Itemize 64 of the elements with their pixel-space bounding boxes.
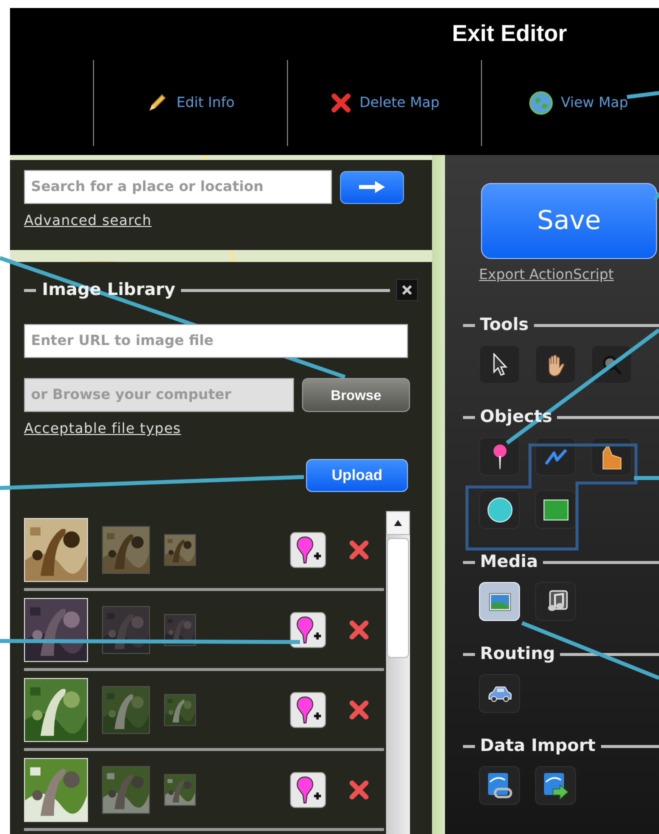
section-title: Data Import <box>480 736 596 756</box>
add-marker-button[interactable] <box>290 532 326 568</box>
leader-line <box>626 91 659 99</box>
section-title: Media <box>480 552 538 572</box>
delete-icon[interactable] <box>348 538 370 560</box>
pin-plus-icon <box>294 614 322 644</box>
header-link[interactable]: Edit Info <box>94 92 287 114</box>
tool-button[interactable] <box>479 674 520 713</box>
pin-plus-icon <box>294 774 322 804</box>
tool-button[interactable] <box>479 345 520 384</box>
close-icon <box>402 285 412 295</box>
polygon-icon <box>600 444 622 470</box>
tool-button[interactable] <box>479 437 520 476</box>
add-marker-button[interactable] <box>290 612 326 648</box>
add-marker-button[interactable] <box>290 772 326 808</box>
section-title: Tools <box>480 315 529 335</box>
scroll-up-button[interactable] <box>386 511 410 535</box>
advanced-search-link[interactable]: Advanced search <box>24 213 152 229</box>
delete-icon[interactable] <box>348 618 370 640</box>
header-link[interactable]: View Map <box>482 91 659 115</box>
car-icon <box>486 684 512 702</box>
header-link[interactable]: Delete Map <box>288 92 481 114</box>
exit-editor-title[interactable]: Exit Editor <box>452 20 568 47</box>
circle-icon <box>486 496 512 522</box>
pin-plus-icon <box>294 694 322 724</box>
upload-button[interactable]: Upload <box>306 459 408 492</box>
search-button[interactable] <box>340 170 404 204</box>
tool-button[interactable] <box>535 582 576 621</box>
tool-button[interactable] <box>591 437 632 476</box>
file-types-link[interactable]: Acceptable file types <box>24 421 181 437</box>
pin-icon <box>492 444 508 470</box>
section-title: Routing <box>480 644 556 664</box>
delete-icon[interactable] <box>348 778 370 800</box>
search-field[interactable]: Search for a place or location <box>24 170 332 204</box>
import-link-icon <box>486 772 512 800</box>
rectangle-icon <box>542 498 568 520</box>
add-marker-button[interactable] <box>290 692 326 728</box>
close-button[interactable] <box>396 279 418 301</box>
search-icon <box>600 354 622 376</box>
tool-button[interactable] <box>479 490 520 529</box>
scrollbar-thumb[interactable] <box>387 538 409 658</box>
save-button[interactable]: Save <box>481 183 657 259</box>
polyline-icon <box>544 448 568 466</box>
scrollbar-track[interactable] <box>386 511 410 834</box>
tool-button[interactable] <box>479 766 520 805</box>
globe-icon <box>528 91 553 115</box>
export-link[interactable]: Export ActionScript <box>479 267 659 283</box>
leader-line <box>653 192 659 201</box>
tool-button[interactable] <box>535 766 576 805</box>
cross-icon <box>330 92 352 114</box>
caret-up-icon <box>394 520 402 526</box>
arrow-icon <box>359 181 385 193</box>
pointer-icon <box>492 352 508 376</box>
file-path-field[interactable]: or Browse your computer <box>24 378 294 412</box>
delete-icon[interactable] <box>348 698 370 720</box>
image-icon <box>488 592 510 610</box>
tool-button[interactable] <box>535 345 576 384</box>
pin-plus-icon <box>294 534 322 564</box>
pencil-icon <box>146 92 168 114</box>
leader-line <box>634 476 659 480</box>
url-field[interactable]: Enter URL to image file <box>24 324 408 358</box>
import-arrow-icon <box>542 772 568 800</box>
tool-button[interactable] <box>535 490 576 529</box>
browse-button[interactable]: Browse <box>302 378 410 412</box>
